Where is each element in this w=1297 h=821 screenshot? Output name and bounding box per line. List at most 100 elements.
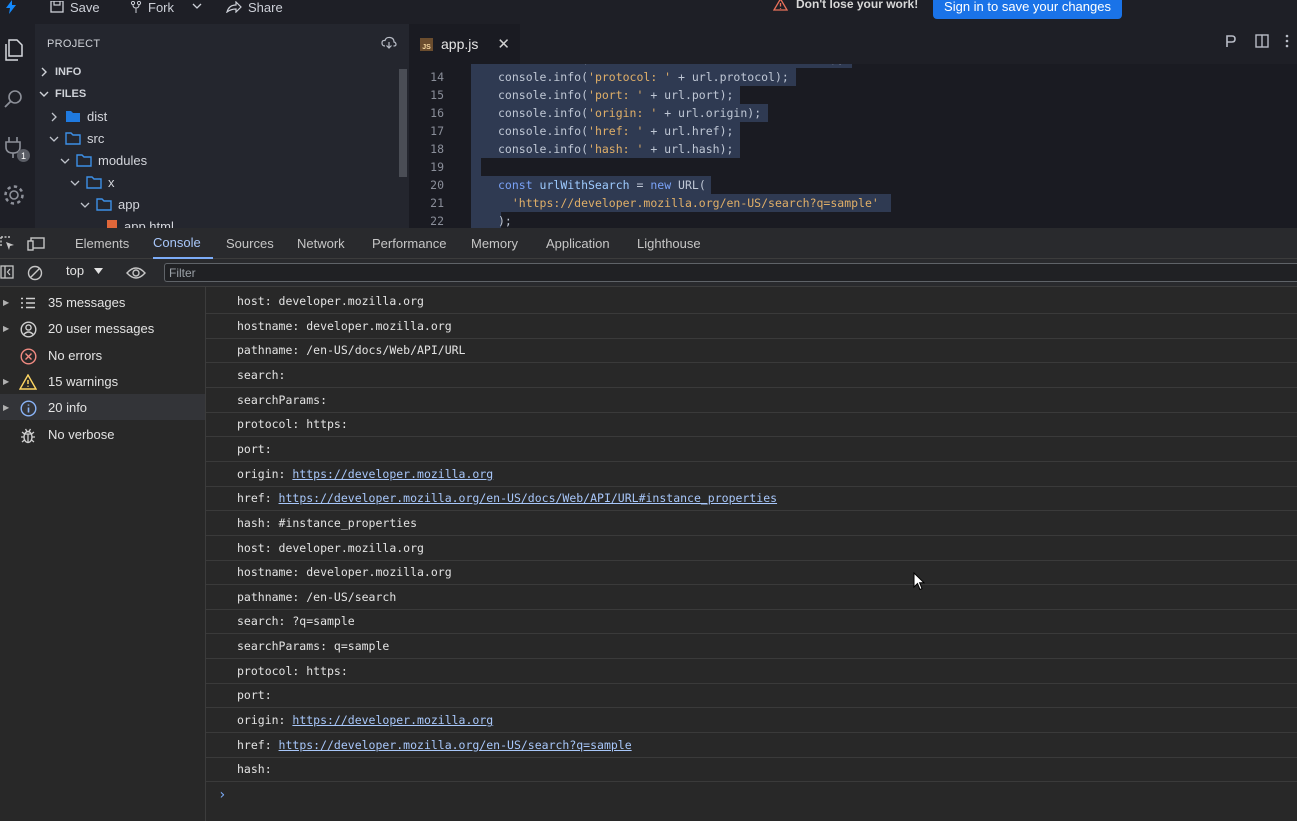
console-filter-info[interactable]: ▶ 20 info bbox=[0, 394, 205, 420]
code-token: 'port: ' bbox=[588, 88, 644, 102]
tree-item-label: app.html bbox=[124, 219, 174, 228]
console-link[interactable]: https://developer.mozilla.org/en-US/sear… bbox=[279, 738, 632, 752]
explorer-icon[interactable] bbox=[2, 38, 26, 62]
fork-button[interactable]: Fork bbox=[130, 0, 174, 15]
code-line[interactable]: 14 console.info('protocol: ' + url.protoc… bbox=[409, 68, 1297, 86]
tree-item-src[interactable]: src bbox=[49, 131, 104, 146]
html-file-icon bbox=[107, 220, 117, 228]
unsaved-warning: Don't lose your work! bbox=[773, 0, 918, 11]
close-tab-icon[interactable]: ✕ bbox=[497, 35, 510, 53]
console-message-text: search: ?q=sample bbox=[237, 614, 355, 629]
console-filter-bug[interactable]: No verbose bbox=[0, 421, 205, 447]
console-sidebar: ▶ 35 messages ▶ 20 user messages No errors ▶ 1… bbox=[0, 287, 206, 821]
chevron-down-icon bbox=[80, 202, 90, 208]
code-token: + url.hash); bbox=[643, 142, 734, 156]
more-options-icon[interactable] bbox=[1285, 34, 1289, 51]
live-expression-eye-icon[interactable] bbox=[126, 266, 146, 283]
code-text: 'https://developer.mozilla.org/en-US/sea… bbox=[498, 196, 879, 210]
code-token: console.info( bbox=[498, 70, 589, 84]
console-message: pathname: /en-US/docs/Web/API/URL bbox=[206, 338, 1297, 364]
tree-item-modules[interactable]: modules bbox=[60, 153, 147, 168]
gear-icon[interactable] bbox=[2, 183, 26, 207]
tab-elements[interactable]: Elements bbox=[75, 228, 129, 259]
tree-item-x[interactable]: x bbox=[70, 175, 115, 190]
console-link[interactable]: https://developer.mozilla.org/en-US/docs… bbox=[279, 491, 778, 505]
code-line[interactable]: 18 console.info('hash: ' + url.hash); bbox=[409, 140, 1297, 158]
console-filter-user[interactable]: ▶ 20 user messages bbox=[0, 315, 205, 341]
tab-app-js[interactable]: JS app.js ✕ bbox=[409, 24, 520, 64]
share-button[interactable]: Share bbox=[226, 0, 283, 15]
expand-triangle-icon[interactable]: ▶ bbox=[3, 324, 9, 333]
tab-memory[interactable]: Memory bbox=[471, 228, 518, 259]
folder-open-icon bbox=[65, 132, 81, 145]
line-number: 20 bbox=[430, 178, 444, 192]
save-icon bbox=[50, 1, 64, 13]
tree-item-app[interactable]: app bbox=[80, 197, 140, 212]
tab-application[interactable]: Application bbox=[546, 228, 610, 259]
console-link[interactable]: https://developer.mozilla.org bbox=[292, 713, 493, 727]
expand-triangle-icon[interactable]: ▶ bbox=[3, 377, 9, 386]
search-icon[interactable] bbox=[2, 87, 26, 111]
console-link[interactable]: https://developer.mozilla.org bbox=[292, 467, 493, 481]
tab-sources[interactable]: Sources bbox=[226, 228, 274, 259]
console-message: origin: https://developer.mozilla.org bbox=[206, 462, 1297, 487]
console-message-text: port: bbox=[237, 441, 272, 456]
cloud-download-icon[interactable] bbox=[381, 36, 397, 53]
console-prompt-icon[interactable]: › bbox=[218, 787, 226, 803]
sidebar-scrollbar[interactable] bbox=[399, 69, 407, 177]
console-filter-warning[interactable]: ▶ 15 warnings bbox=[0, 368, 205, 394]
sidebar-toggle-icon[interactable] bbox=[0, 265, 14, 282]
code-line[interactable]: 20 const urlWithSearch = new URL( bbox=[409, 176, 1297, 194]
tree-item-app-html[interactable]: app.html bbox=[106, 219, 174, 228]
tree-item-label: modules bbox=[98, 153, 148, 168]
expand-triangle-icon[interactable]: ▶ bbox=[3, 403, 9, 412]
devtools-tab-bar: Elements Console Sources Network Performance… bbox=[0, 228, 1297, 259]
filter-input[interactable]: Filter bbox=[164, 263, 1297, 282]
expand-triangle-icon[interactable]: ▶ bbox=[3, 298, 9, 307]
fork-dropdown-chevron-icon[interactable] bbox=[192, 0, 202, 14]
activity-bar: 1 bbox=[0, 24, 35, 228]
line-number: 21 bbox=[430, 196, 444, 210]
tab-lighthouse[interactable]: Lighthouse bbox=[637, 228, 701, 259]
line-number: 22 bbox=[430, 214, 444, 228]
code-token: ); bbox=[498, 214, 512, 228]
console-message-text: searchParams: q=sample bbox=[237, 639, 390, 654]
fork-label: Fork bbox=[148, 0, 174, 15]
clear-console-icon[interactable] bbox=[27, 265, 43, 284]
sign-in-button[interactable]: Sign in to save your changes bbox=[933, 0, 1122, 19]
code-line[interactable]: 21 'https://developer.mozilla.org/en-US/… bbox=[409, 194, 1297, 212]
console-message: host: developer.mozilla.org bbox=[206, 289, 1297, 314]
logo-icon[interactable] bbox=[4, 0, 18, 14]
code-line[interactable]: 19 bbox=[409, 158, 1297, 176]
console-message-text: hostname: developer.mozilla.org bbox=[237, 318, 452, 333]
console-message: host: developer.mozilla.org bbox=[206, 536, 1297, 561]
save-button[interactable]: Save bbox=[50, 0, 100, 15]
console-message-text: href: bbox=[237, 491, 279, 506]
console-filter-label: No verbose bbox=[48, 426, 115, 442]
folder-open-icon bbox=[86, 176, 102, 189]
code-line[interactable]: 17 console.info('href: ' + url.href); bbox=[409, 122, 1297, 140]
info-section[interactable]: INFO bbox=[39, 66, 81, 78]
share-label: Share bbox=[248, 0, 283, 15]
folder-icon bbox=[66, 111, 80, 122]
code-token: console.info( bbox=[498, 88, 589, 102]
console-filter-list[interactable]: ▶ 35 messages bbox=[0, 289, 205, 315]
split-editor-icon[interactable] bbox=[1255, 34, 1269, 51]
pretty-print-icon[interactable] bbox=[1225, 34, 1237, 51]
bug-icon bbox=[19, 426, 37, 444]
code-token: + url.origin); bbox=[657, 106, 762, 120]
device-toolbar-icon[interactable] bbox=[27, 228, 45, 259]
tab-console[interactable]: Console bbox=[153, 228, 213, 259]
console-filter-error[interactable]: No errors bbox=[0, 342, 205, 368]
code-line[interactable]: 22); bbox=[409, 212, 1297, 228]
code-token: 'href: ' bbox=[588, 124, 644, 138]
tab-performance[interactable]: Performance bbox=[372, 228, 446, 259]
context-selector[interactable]: top bbox=[66, 263, 104, 278]
code-line[interactable]: 15 console.info('port: ' + url.port); bbox=[409, 86, 1297, 104]
tree-item-dist[interactable]: dist bbox=[49, 109, 107, 124]
tab-network[interactable]: Network bbox=[297, 228, 345, 259]
inspect-element-icon[interactable] bbox=[0, 228, 16, 259]
code-line[interactable]: 16 console.info('origin: ' + url.origin); bbox=[409, 104, 1297, 122]
files-section[interactable]: FILES bbox=[39, 88, 86, 100]
